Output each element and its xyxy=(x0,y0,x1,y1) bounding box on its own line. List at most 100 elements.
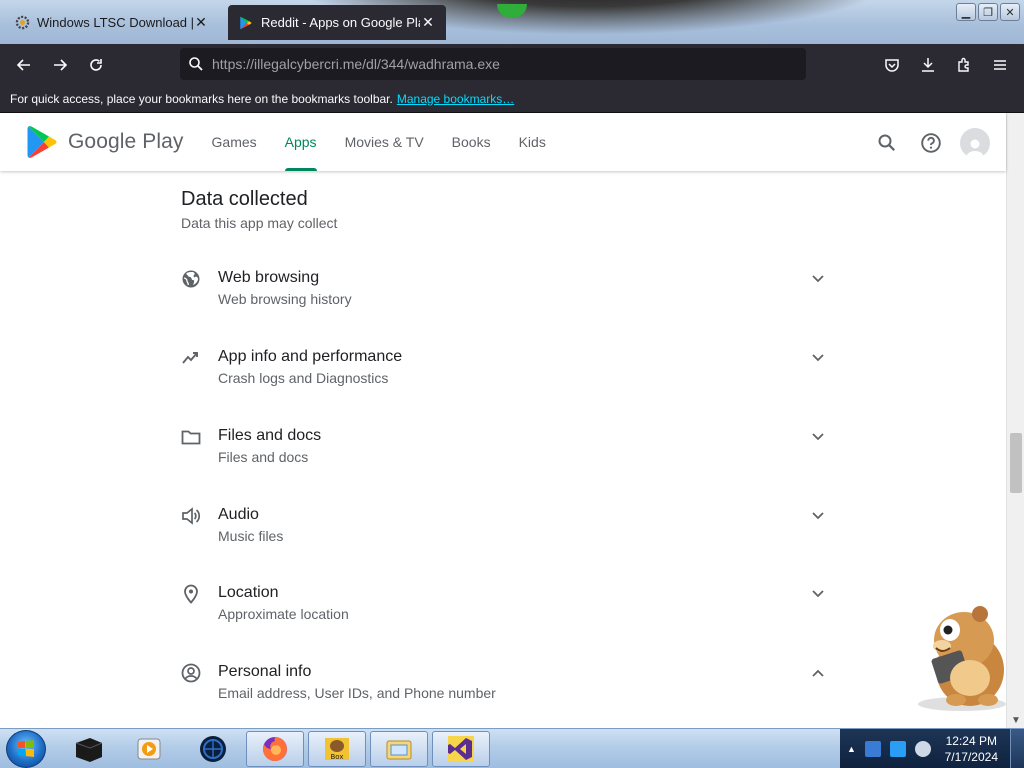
google-play-favicon-icon xyxy=(238,15,254,31)
search-button[interactable] xyxy=(870,126,904,160)
black-box-icon xyxy=(75,738,103,762)
back-button[interactable] xyxy=(6,47,42,83)
hamster-mascot-icon xyxy=(918,606,1006,711)
close-window-button[interactable]: ✕ xyxy=(1000,3,1020,21)
account-button[interactable] xyxy=(958,126,992,160)
chevron-down-icon[interactable] xyxy=(808,269,828,289)
search-icon xyxy=(189,57,203,71)
window-controls: ▁ ❐ ✕ xyxy=(956,3,1020,21)
taskbar-app-terminal[interactable] xyxy=(60,731,118,767)
chevron-down-icon[interactable] xyxy=(808,348,828,368)
start-button[interactable] xyxy=(6,730,46,768)
browser-navbar: https://illegalcybercri.me/dl/344/wadhra… xyxy=(0,44,1024,85)
help-icon xyxy=(921,133,941,153)
data-row-app-info[interactable]: App info and performance Crash logs and … xyxy=(181,348,831,398)
location-pin-icon xyxy=(181,584,201,604)
chevron-down-icon[interactable] xyxy=(808,427,828,447)
extensions-button[interactable] xyxy=(946,47,982,83)
taskbar-app-firefox[interactable] xyxy=(246,731,304,767)
row-title: App info and performance xyxy=(218,348,403,365)
svg-text:Box: Box xyxy=(330,753,343,761)
logo-text: Google Play xyxy=(68,130,184,153)
reload-button[interactable] xyxy=(78,47,114,83)
scrollbar-thumb[interactable] xyxy=(1010,433,1022,493)
tray-volume-icon[interactable] xyxy=(914,741,931,757)
nav-books[interactable]: Books xyxy=(438,113,505,171)
tab-close-icon[interactable]: ✕ xyxy=(420,14,436,31)
download-icon xyxy=(922,58,934,72)
google-play-logo-icon xyxy=(27,126,57,158)
address-bar[interactable]: https://illegalcybercri.me/dl/344/wadhra… xyxy=(180,48,806,80)
clock-time: 12:24 PM xyxy=(945,734,997,748)
avatar xyxy=(960,128,990,158)
row-title: Files and docs xyxy=(218,427,322,444)
url-path: /dl/344/wadhrama.exe xyxy=(362,56,500,72)
row-subtitle: Email address, User IDs, and Phone numbe… xyxy=(218,685,496,701)
nav-games[interactable]: Games xyxy=(198,113,271,171)
pocket-icon xyxy=(885,59,899,72)
taskbar-app-globe[interactable] xyxy=(184,731,242,767)
gear-favicon-icon xyxy=(14,15,30,31)
search-icon xyxy=(878,134,895,151)
sandbox-icon: Box xyxy=(325,738,349,761)
nav-movies-tv[interactable]: Movies & TV xyxy=(331,113,438,171)
nav-kids[interactable]: Kids xyxy=(505,113,560,171)
google-play-logo[interactable]: Google Play xyxy=(27,125,184,159)
folder-icon xyxy=(181,427,201,447)
taskbar-app-media-player[interactable] xyxy=(120,731,178,767)
tray-network-icon[interactable] xyxy=(889,741,906,757)
url-host: https://illegalcybercri.me xyxy=(212,56,363,72)
row-title: Web browsing xyxy=(218,269,320,286)
minimize-button[interactable]: ▁ xyxy=(956,3,976,21)
downloads-button[interactable] xyxy=(910,47,946,83)
menu-button[interactable] xyxy=(982,47,1018,83)
firefox-icon xyxy=(262,737,287,761)
show-hidden-icons-icon[interactable]: ▲ xyxy=(847,744,856,754)
google-play-header: Google Play Games Apps Movies & TV Books… xyxy=(0,113,1006,171)
puzzle-icon xyxy=(958,57,969,72)
row-subtitle: Files and docs xyxy=(218,449,309,465)
toolbar-right xyxy=(874,47,1018,83)
windows-taskbar: Box ▲ 12:24 PM 7/17/2024 xyxy=(0,728,1024,768)
row-subtitle: Approximate location xyxy=(218,606,349,622)
trend-icon xyxy=(181,348,201,368)
scroll-down-arrow-icon[interactable]: ▼ xyxy=(1011,715,1021,726)
taskbar-app-explorer[interactable] xyxy=(370,731,428,767)
chevron-down-icon[interactable] xyxy=(808,506,828,526)
tab-windows-ltsc[interactable]: Windows LTSC Download | MAS ✕ xyxy=(4,5,219,40)
tab-label: Reddit - Apps on Google Play xyxy=(261,15,420,30)
restore-button[interactable]: ❐ xyxy=(978,3,998,21)
media-player-icon xyxy=(137,738,161,760)
tab-close-icon[interactable]: ✕ xyxy=(193,14,209,31)
arrow-left-icon xyxy=(16,58,30,71)
row-subtitle: Music files xyxy=(218,528,284,544)
pocket-button[interactable] xyxy=(874,47,910,83)
nav-apps[interactable]: Apps xyxy=(271,113,331,171)
bookmarks-hint: For quick access, place your bookmarks h… xyxy=(10,91,393,106)
help-button[interactable] xyxy=(914,126,948,160)
bookmarks-toolbar: For quick access, place your bookmarks h… xyxy=(0,85,1024,113)
account-circle-icon xyxy=(181,663,201,683)
header-actions xyxy=(870,126,992,160)
taskbar-app-visual-studio[interactable] xyxy=(432,731,490,767)
row-subtitle: Web browsing history xyxy=(218,291,352,307)
chevron-up-icon[interactable] xyxy=(808,663,828,683)
show-desktop-button[interactable] xyxy=(1010,729,1024,768)
chevron-down-icon[interactable] xyxy=(808,584,828,604)
folder-window-icon xyxy=(386,740,412,760)
tab-reddit-play[interactable]: Reddit - Apps on Google Play ✕ xyxy=(228,5,446,40)
manage-bookmarks-link[interactable]: Manage bookmarks… xyxy=(397,92,514,106)
dark-globe-icon xyxy=(200,736,226,762)
data-row-location[interactable]: Location Approximate location xyxy=(181,584,831,634)
data-row-files-docs[interactable]: Files and docs Files and docs xyxy=(181,427,831,477)
data-row-audio[interactable]: Audio Music files xyxy=(181,506,831,556)
row-title: Location xyxy=(218,584,279,601)
play-nav: Games Apps Movies & TV Books Kids xyxy=(198,113,560,171)
data-row-web-browsing[interactable]: Web browsing Web browsing history xyxy=(181,269,831,319)
taskbar-clock[interactable]: 12:24 PM 7/17/2024 xyxy=(945,733,998,765)
data-row-personal-info[interactable]: Personal info Email address, User IDs, a… xyxy=(181,663,831,713)
forward-button[interactable] xyxy=(42,47,78,83)
taskbar-app-box[interactable]: Box xyxy=(308,731,366,767)
tray-app-icon[interactable] xyxy=(864,741,881,757)
browser-titlebar: Windows LTSC Download | MAS ✕ Reddit - A… xyxy=(0,0,1024,44)
